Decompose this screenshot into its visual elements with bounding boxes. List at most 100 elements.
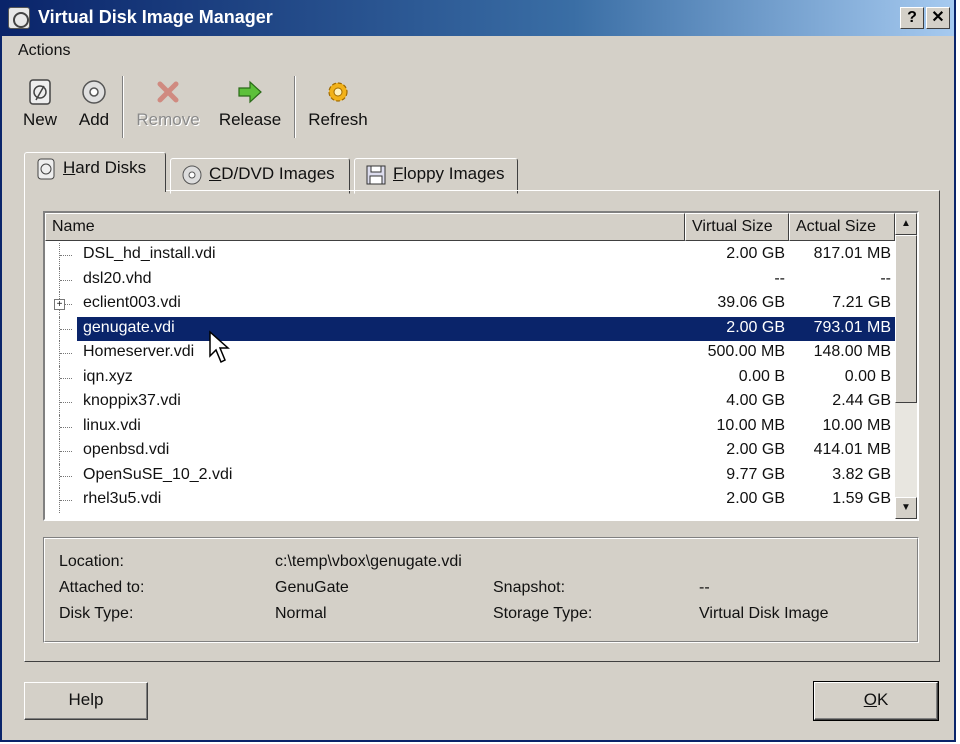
expand-toggle-icon[interactable]: + xyxy=(54,299,65,310)
title-bar[interactable]: Virtual Disk Image Manager ? ✕ xyxy=(2,0,954,36)
disk-type-label: Disk Type: xyxy=(59,605,134,622)
attached-to-value: GenuGate xyxy=(275,579,349,596)
tree-connector xyxy=(59,439,79,464)
tab-floppy-images[interactable]: Floppy Images xyxy=(354,158,518,194)
snapshot-label: Snapshot: xyxy=(493,579,566,596)
disk-name-cell: linux.vdi xyxy=(83,416,141,434)
refresh-button[interactable]: Refresh xyxy=(308,74,368,138)
tab-cd-dvd-mnemonic: C xyxy=(209,164,222,183)
table-row[interactable]: DSL_hd_install.vdi 2.00 GB 817.01 MB xyxy=(45,243,895,268)
ok-label: K xyxy=(876,690,889,709)
tree-connector xyxy=(59,243,79,268)
tab-hard-disks[interactable]: Hard Disks xyxy=(24,152,166,192)
release-arrow-icon xyxy=(236,78,264,106)
column-header-name[interactable]: Name xyxy=(45,213,685,241)
new-label: New xyxy=(22,110,57,129)
disk-name-cell: OpenSuSE_10_2.vdi xyxy=(83,465,233,483)
add-disk-icon xyxy=(80,78,108,106)
actual-size-cell: 793.01 MB xyxy=(813,318,891,336)
release-label: Release xyxy=(218,110,282,129)
list-rows: DSL_hd_install.vdi 2.00 GB 817.01 MB dsl20.… xyxy=(45,243,895,513)
tab-hard-disks-label: ard Disks xyxy=(75,158,147,177)
new-disk-icon xyxy=(26,78,54,106)
toolbar-separator xyxy=(122,76,124,138)
ok-mnemonic: O xyxy=(863,690,877,709)
add-label: Add xyxy=(78,110,110,129)
attached-to-label: Attached to: xyxy=(59,579,145,596)
add-button[interactable]: Add xyxy=(74,74,114,138)
ok-button[interactable]: OK xyxy=(813,681,939,721)
tab-cd-dvd-images[interactable]: CD/DVD Images xyxy=(170,158,350,194)
location-label: Location: xyxy=(59,553,124,570)
table-row[interactable]: iqn.xyz 0.00 B 0.00 B xyxy=(45,365,895,390)
table-row[interactable]: + eclient003.vdi 39.06 GB 7.21 GB xyxy=(45,292,895,317)
disk-name-cell: iqn.xyz xyxy=(83,367,133,385)
details-panel: Location: c:\temp\vbox\genugate.vdi Atta… xyxy=(43,537,919,643)
snapshot-value: -- xyxy=(699,579,710,596)
table-row[interactable]: genugate.vdi 2.00 GB 793.01 MB xyxy=(45,316,895,341)
table-row[interactable]: knoppix37.vdi 4.00 GB 2.44 GB xyxy=(45,390,895,415)
disk-manager-icon xyxy=(8,7,30,29)
table-row[interactable]: linux.vdi 10.00 MB 10.00 MB xyxy=(45,414,895,439)
virtual-size-cell: 4.00 GB xyxy=(726,392,785,409)
disk-name-cell: dsl20.vhd xyxy=(83,269,152,287)
table-row[interactable]: openbsd.vdi 2.00 GB 414.01 MB xyxy=(45,439,895,464)
remove-button[interactable]: Remove xyxy=(136,74,200,138)
disk-name-cell: openbsd.vdi xyxy=(83,441,170,458)
floppy-icon xyxy=(365,164,387,186)
tree-connector xyxy=(59,341,79,366)
mouse-pointer-icon xyxy=(209,330,230,364)
menu-bar: Actions xyxy=(2,36,954,66)
tree-connector xyxy=(59,267,79,292)
column-header-virtual-size[interactable]: Virtual Size xyxy=(685,213,789,241)
list-header: Name Virtual Size Actual Size xyxy=(45,213,895,241)
table-row[interactable]: Homeserver.vdi 500.00 MB 148.00 MB xyxy=(45,341,895,366)
vertical-scrollbar[interactable]: ▲ ▼ xyxy=(895,213,917,519)
tree-connector xyxy=(59,463,79,488)
virtual-size-cell: 10.00 MB xyxy=(716,416,785,434)
tab-cd-dvd-label: D/DVD Images xyxy=(221,164,335,183)
virtual-size-cell: 2.00 GB xyxy=(726,245,785,262)
actual-size-cell: 0.00 B xyxy=(844,367,891,385)
scroll-down-button[interactable]: ▼ xyxy=(895,497,917,519)
actual-size-cell: 414.01 MB xyxy=(813,441,891,458)
tree-connector xyxy=(59,316,79,341)
disk-list[interactable]: Name Virtual Size Actual Size DSL_hd_ins… xyxy=(43,211,919,521)
virtual-size-cell: 39.06 GB xyxy=(717,294,785,311)
disk-name-cell: rhel3u5.vdi xyxy=(83,490,162,507)
virtual-size-cell: -- xyxy=(774,269,785,287)
virtual-size-cell: 0.00 B xyxy=(738,367,785,385)
table-row[interactable]: rhel3u5.vdi 2.00 GB 1.59 GB xyxy=(45,488,895,513)
storage-type-value: Virtual Disk Image xyxy=(699,605,829,622)
dialog-window: Virtual Disk Image Manager ? ✕ Actions N… xyxy=(0,0,956,742)
table-row[interactable]: OpenSuSE_10_2.vdi 9.77 GB 3.82 GB xyxy=(45,463,895,488)
disk-name-cell: Homeserver.vdi xyxy=(83,343,195,360)
remove-x-icon xyxy=(154,78,182,106)
remove-label: Remove xyxy=(136,110,200,129)
scroll-up-button[interactable]: ▲ xyxy=(895,213,917,235)
tree-connector xyxy=(59,488,79,513)
column-header-actual-size[interactable]: Actual Size xyxy=(789,213,895,241)
close-button[interactable]: ✕ xyxy=(926,7,950,29)
location-value: c:\temp\vbox\genugate.vdi xyxy=(275,553,462,570)
table-row[interactable]: dsl20.vhd -- -- xyxy=(45,267,895,292)
actual-size-cell: 1.59 GB xyxy=(832,490,891,507)
menu-actions[interactable]: Actions xyxy=(18,42,70,60)
actual-size-cell: 817.01 MB xyxy=(813,245,891,262)
disk-type-value: Normal xyxy=(275,605,327,622)
tree-connector xyxy=(59,390,79,415)
virtual-size-cell: 9.77 GB xyxy=(726,465,785,483)
disk-name-cell: genugate.vdi xyxy=(83,318,175,336)
new-button[interactable]: New xyxy=(20,74,60,138)
window-title: Virtual Disk Image Manager xyxy=(38,7,273,27)
refresh-label: Refresh xyxy=(308,110,368,129)
virtual-size-cell: 2.00 GB xyxy=(726,441,785,458)
scroll-thumb[interactable] xyxy=(895,235,917,403)
help-title-button[interactable]: ? xyxy=(900,7,924,29)
hard-disk-icon xyxy=(35,158,57,180)
actual-size-cell: -- xyxy=(880,269,891,287)
refresh-gear-icon xyxy=(324,78,352,106)
release-button[interactable]: Release xyxy=(218,74,282,138)
help-button[interactable]: Help xyxy=(24,682,148,720)
toolbar-separator xyxy=(294,76,296,138)
